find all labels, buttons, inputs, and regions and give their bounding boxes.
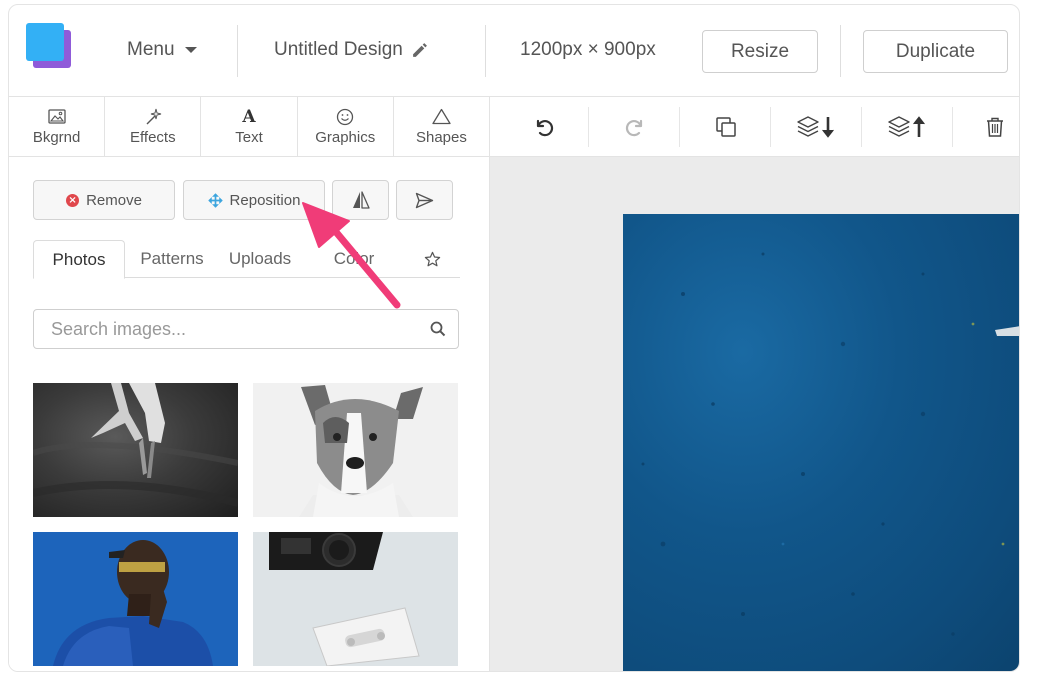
design-title-text: Untitled Design: [274, 39, 403, 60]
magic-wand-icon: [144, 108, 162, 126]
app-window: Menu Untitled Design 1200px × 900px Resi…: [8, 4, 1020, 672]
divider: [770, 107, 771, 147]
tab-effects[interactable]: Effects: [105, 97, 202, 156]
tab-effects-label: Effects: [130, 128, 176, 146]
blue-wall-texture: [641, 252, 1019, 636]
pencil-icon: [412, 42, 427, 57]
undo-button[interactable]: [514, 97, 574, 156]
delete-button[interactable]: [969, 97, 1019, 156]
move-arrows-icon: [207, 192, 223, 208]
tab-shapes-label: Shapes: [415, 128, 467, 146]
text-icon: A: [242, 106, 256, 127]
canvas-area: [490, 157, 1019, 671]
divider: [588, 107, 589, 147]
copy-button[interactable]: [696, 97, 756, 156]
tab-text[interactable]: A Text: [201, 97, 298, 156]
tab-color[interactable]: Color: [323, 240, 385, 278]
tab-graphics[interactable]: Graphics: [298, 97, 394, 156]
design-dimensions: 1200px × 900px: [520, 39, 656, 60]
divider: [952, 107, 953, 147]
tab-background-label: Bkgrnd: [32, 128, 81, 146]
photo-thumbnail[interactable]: [33, 532, 238, 666]
redo-icon: [625, 119, 643, 136]
reposition-label: Reposition: [229, 191, 301, 209]
flip-button[interactable]: [332, 180, 389, 220]
send-to-back-button[interactable]: [396, 180, 453, 220]
tab-graphics-label: Graphics: [315, 128, 376, 146]
photo-thumbnail[interactable]: [33, 383, 238, 517]
photo-thumbnail[interactable]: [253, 383, 458, 517]
search-icon[interactable]: [430, 321, 446, 337]
divider: [485, 25, 486, 77]
redo-button[interactable]: [605, 97, 665, 156]
flip-icon: [352, 191, 370, 209]
tool-tabs: Bkgrnd Effects A Text Graphics Shapes: [9, 96, 491, 157]
triangle-icon: [432, 108, 451, 126]
image-source-tabs: Photos Patterns Uploads Color: [33, 240, 460, 279]
divider: [237, 25, 238, 77]
tab-favorites[interactable]: [417, 240, 447, 278]
photo-radio-and-cassette: [253, 532, 458, 666]
photo-thumbnail[interactable]: [253, 532, 458, 666]
send-backward-button[interactable]: [787, 97, 847, 156]
paper-plane-icon: [415, 192, 434, 208]
bring-forward-icon: [888, 115, 925, 137]
image-search: [33, 309, 459, 349]
design-title[interactable]: Untitled Design: [274, 39, 428, 61]
logo-front-square: [26, 23, 64, 61]
photo-dancer-on-sand: [33, 383, 238, 507]
tab-photos[interactable]: Photos: [33, 240, 125, 279]
photo-dog-portrait: [299, 385, 423, 517]
undo-icon: [536, 119, 554, 136]
top-bar: Menu Untitled Design 1200px × 900px Resi…: [9, 5, 1019, 97]
divider: [840, 25, 841, 77]
copy-icon: [716, 116, 736, 137]
bring-forward-button[interactable]: [878, 97, 938, 156]
design-artboard[interactable]: [623, 214, 1019, 671]
trash-icon: [987, 117, 1003, 137]
canvas-toolbar: [490, 96, 1019, 157]
tab-text-label: Text: [235, 128, 263, 146]
reposition-button[interactable]: Reposition: [183, 180, 325, 220]
tab-shapes[interactable]: Shapes: [394, 97, 491, 156]
background-panel: × Remove Reposition Photos Patterns Uplo…: [9, 157, 490, 671]
photo-man-blue-sweater: [33, 532, 238, 666]
remove-icon: ×: [66, 193, 80, 207]
remove-button[interactable]: × Remove: [33, 180, 175, 220]
send-backward-icon: [797, 115, 834, 138]
star-icon: [424, 251, 440, 266]
remove-label: Remove: [86, 191, 142, 209]
menu-label: Menu: [127, 39, 175, 60]
divider: [679, 107, 680, 147]
divider: [861, 107, 862, 147]
duplicate-button[interactable]: Duplicate: [863, 30, 1008, 73]
resize-button[interactable]: Resize: [702, 30, 818, 73]
smiley-icon: [336, 108, 354, 126]
caret-down-icon: [184, 47, 197, 53]
tab-uploads[interactable]: Uploads: [221, 240, 299, 278]
tab-background[interactable]: Bkgrnd: [9, 97, 106, 156]
image-icon: [47, 108, 66, 126]
menu-button[interactable]: Menu: [127, 39, 197, 61]
search-input[interactable]: [34, 310, 424, 348]
app-logo[interactable]: [26, 23, 72, 69]
tab-patterns[interactable]: Patterns: [131, 240, 213, 278]
